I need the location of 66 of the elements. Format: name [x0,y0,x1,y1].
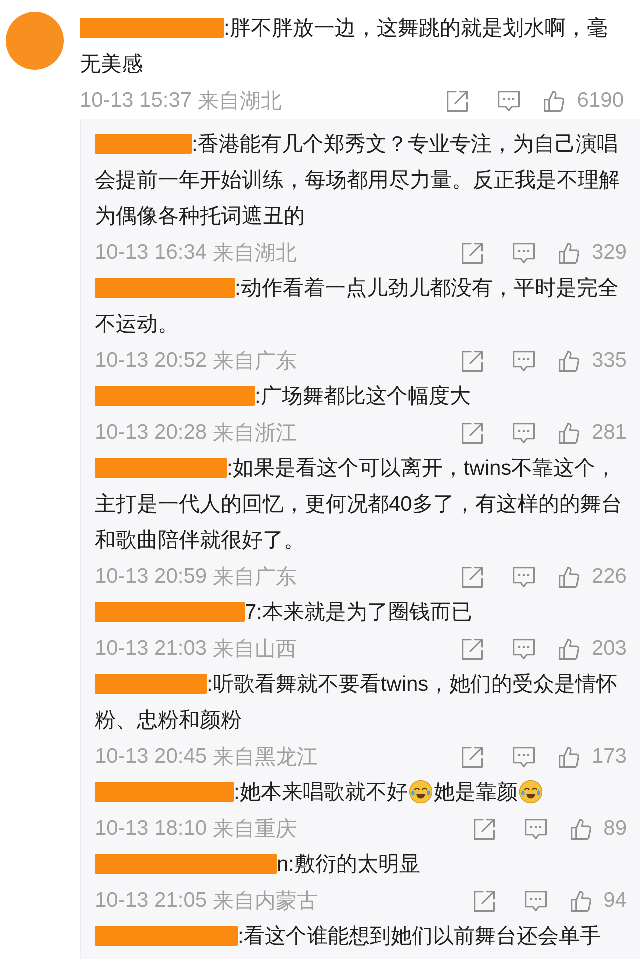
comment-location: 来自内蒙古 [213,889,318,915]
like-count: 6190 [577,89,624,113]
thumbs-up-icon[interactable] [558,350,580,372]
comment-time: 10-13 20:59 [95,565,208,589]
thumbs-up-icon[interactable] [558,422,580,444]
arrow-out-of-box-icon[interactable] [446,90,470,112]
arrow-out-of-box-icon[interactable] [460,350,484,372]
speech-bubble-icon[interactable] [512,242,536,264]
comment-location: 来自湖北 [198,89,282,115]
comment-location: 来自湖北 [213,241,298,267]
speech-bubble-icon[interactable] [512,350,536,372]
comment-text: :听歌看舞就不要看twins，她们的受众是情怀粉、忠粉和颜粉 [95,672,619,734]
arrow-out-of-box-icon[interactable] [472,818,496,840]
comment-text: :香港能有几个郑秀文？专业专注，为自己演唱会提前一年开始训练，每场都用尽力量。反正我是不理解为偶像各种托词遮丑的 [95,132,621,230]
arrow-out-of-box-icon[interactable] [460,566,484,588]
speech-bubble-icon[interactable] [512,422,536,444]
comment-text: n:敷衍的太明显 [95,847,631,883]
comment-time: 10-13 16:34 [95,241,208,265]
comment-location: 来自山西 [213,637,298,663]
like-count: 94 [604,889,627,913]
thumbs-up-icon[interactable] [543,90,566,112]
comment-text: :胖不胖放一边，这舞跳的就是划水啊，毫无美感 [80,16,609,78]
like-count: 203 [592,637,627,661]
comment-location: 来自广东 [213,565,298,591]
like-count: 281 [592,421,627,445]
like-count: 226 [592,565,627,589]
comment-location: 来自广东 [213,349,298,375]
comment-time: 10-13 20:52 [95,349,208,373]
comment-text: :如果是看这个可以离开，twins不靠这个，主打是一代人的回忆，更何况都40多了，有这样的的舞台和歌曲陪伴就很好了。 [95,456,624,554]
comment-time: 10-13 15:37 [80,89,192,113]
arrow-out-of-box-icon[interactable] [460,422,484,444]
comment-time: 10-13 21:03 [95,637,208,661]
comment-text: :动作看着一点儿劲儿都没有，平时是完全不运动。 [95,276,620,338]
like-count: 89 [604,817,627,841]
arrow-out-of-box-icon[interactable] [472,890,496,912]
comment-time: 10-13 20:45 [95,745,208,769]
thumbs-up-icon[interactable] [570,818,592,840]
speech-bubble-icon[interactable] [512,746,536,768]
like-count: 329 [592,241,627,265]
thumbs-up-icon[interactable] [558,566,580,588]
thumbs-up-icon[interactable] [570,890,592,912]
arrow-out-of-box-icon[interactable] [460,242,484,264]
comment-text: 7:本来就是为了圈钱而已 [95,595,631,631]
speech-bubble-icon[interactable] [497,90,522,112]
comment-time: 10-13 21:05 [95,889,208,913]
comment-location: 来自重庆 [213,817,298,843]
comment-time: 10-13 20:28 [95,421,208,445]
speech-bubble-icon[interactable] [512,566,536,588]
speech-bubble-icon[interactable] [524,890,548,912]
comment-text: :广场舞都比这个幅度大 [95,379,631,415]
thumbs-up-icon[interactable] [558,638,580,660]
comment-text: :她本来唱歌就不好 她是靠颜 [95,775,631,811]
speech-bubble-icon[interactable] [524,818,548,840]
arrow-out-of-box-icon[interactable] [460,746,484,768]
speech-bubble-icon[interactable] [512,638,536,660]
tearful-face-emoji-icon [408,780,433,804]
thumbs-up-icon[interactable] [558,746,580,768]
like-count: 335 [592,349,627,373]
comment-location: 来自黑龙江 [213,745,318,771]
thumbs-up-icon[interactable] [558,242,580,264]
arrow-out-of-box-icon[interactable] [460,638,484,660]
tearful-face-emoji-icon [518,780,543,804]
comment-time: 10-13 18:10 [95,817,208,841]
like-count: 173 [592,745,627,769]
comment-location: 来自浙江 [213,421,298,447]
comment-text: :看这个谁能想到她们以前舞台还会单手 [95,919,631,955]
